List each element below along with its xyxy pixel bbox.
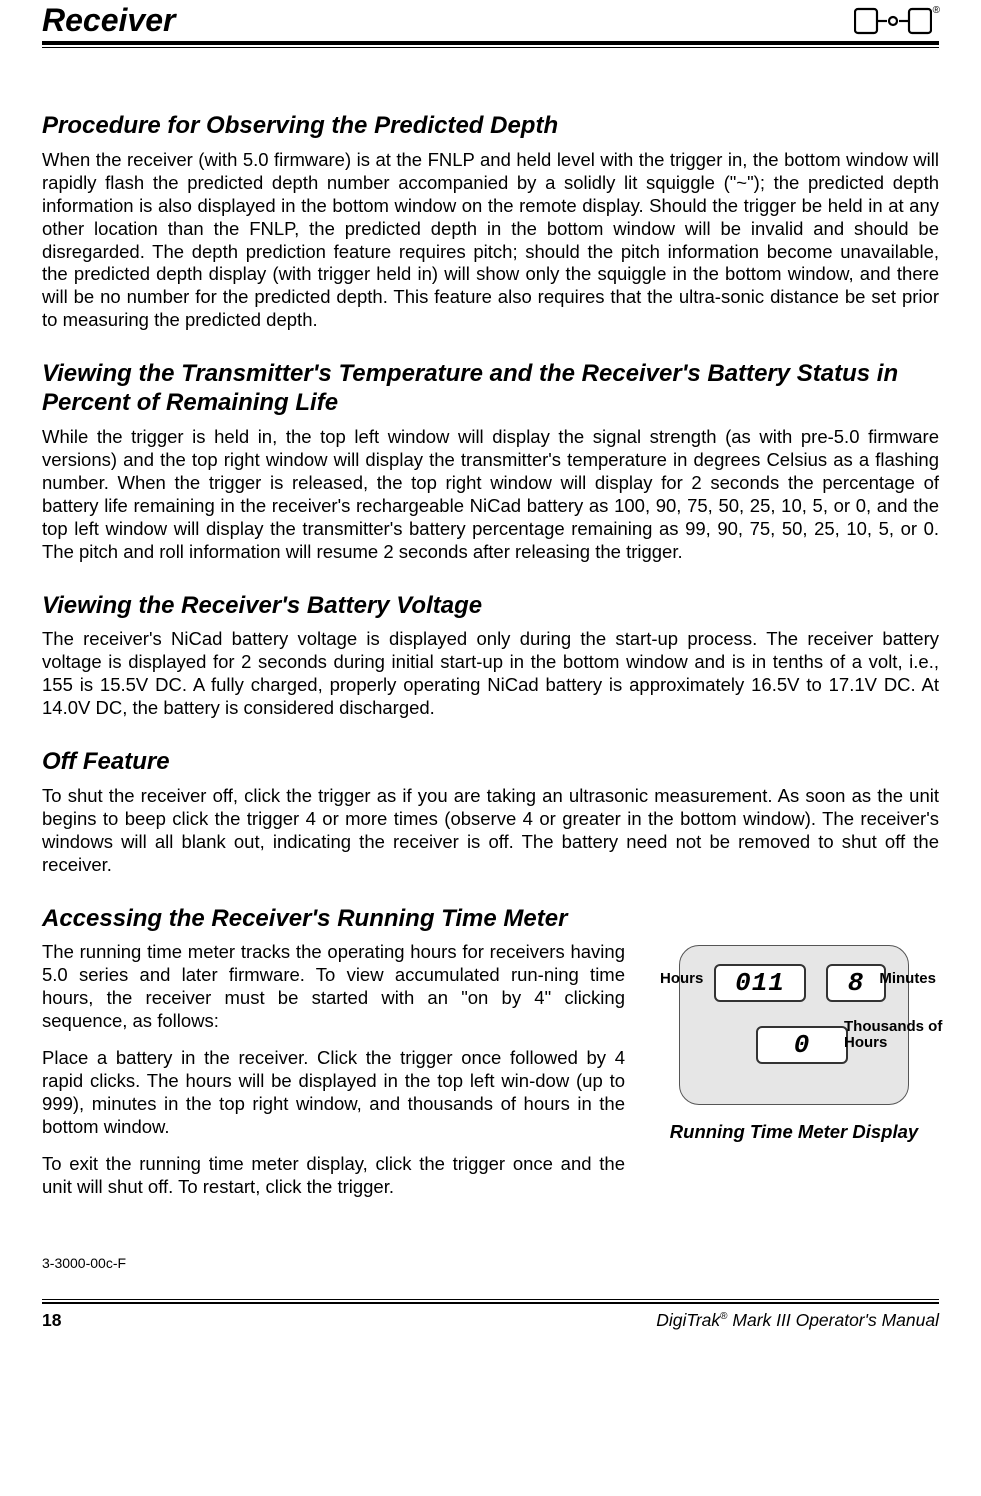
page-footer: 18 DigiTrak® Mark III Operator's Manual [42, 1310, 939, 1349]
page-title: Receiver [42, 2, 175, 39]
revision-code: 3-3000-00c-F [42, 1255, 939, 1271]
figure-caption: Running Time Meter Display [649, 1121, 939, 1143]
heading-temp-battery: Viewing the Transmitter's Temperature an… [42, 360, 939, 418]
lcd-minutes-window: 8 [826, 964, 886, 1002]
page-number: 18 [42, 1310, 61, 1331]
paragraph: The receiver's NiCad battery voltage is … [42, 628, 939, 720]
label-minutes: Minutes [879, 971, 936, 987]
label-thousands: Thousands of Hours [844, 1019, 944, 1051]
paragraph: To exit the running time meter display, … [42, 1153, 625, 1199]
heading-battery-voltage: Viewing the Receiver's Battery Voltage [42, 592, 939, 621]
heading-running-time: Accessing the Receiver's Running Time Me… [42, 905, 939, 934]
registered-mark: ® [933, 5, 939, 16]
figure-running-time-meter: 011 8 0 Hours Minutes Thousands of Hours… [649, 941, 939, 1143]
header-rule-thick [42, 41, 939, 45]
dci-logo-icon [854, 7, 932, 35]
paragraph: Place a battery in the receiver. Click t… [42, 1047, 625, 1139]
paragraph: When the receiver (with 5.0 firmware) is… [42, 149, 939, 333]
page-header: Receiver ® [42, 0, 939, 39]
paragraph: The running time meter tracks the operat… [42, 941, 625, 1033]
lcd-thousands-window: 0 [756, 1026, 848, 1064]
manual-title: DigiTrak® Mark III Operator's Manual [656, 1310, 939, 1331]
paragraph: To shut the receiver off, click the trig… [42, 785, 939, 877]
lcd-hours-window: 011 [714, 964, 806, 1002]
heading-predicted-depth: Procedure for Observing the Predicted De… [42, 112, 939, 141]
paragraph: While the trigger is held in, the top le… [42, 426, 939, 564]
label-hours: Hours [660, 971, 703, 987]
heading-off-feature: Off Feature [42, 748, 939, 777]
brand-logo: ® [854, 7, 939, 35]
header-rule-thin [42, 47, 939, 48]
footer-rule-thick [42, 1302, 939, 1304]
footer-rule-thin [42, 1299, 939, 1300]
